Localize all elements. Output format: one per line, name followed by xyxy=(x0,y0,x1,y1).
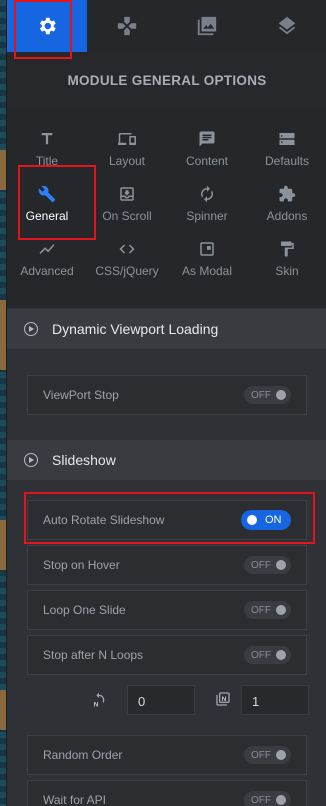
loop-count-icon: N xyxy=(94,692,105,708)
viewport-stop-toggle[interactable]: OFF xyxy=(244,386,291,404)
option-label: As Modal xyxy=(181,264,233,278)
trending-icon xyxy=(39,244,55,254)
option-defaults[interactable]: Defaults xyxy=(247,118,326,173)
layers-icon xyxy=(278,16,296,35)
panel-header: MODULE GENERAL OPTIONS xyxy=(7,52,326,108)
stop-after-n-loops-label: Stop after N Loops xyxy=(43,648,144,662)
devices-icon xyxy=(118,133,136,145)
storage-icon xyxy=(279,133,295,145)
gamepad-icon xyxy=(117,16,137,36)
option-label: Addons xyxy=(266,209,308,223)
tab-layers[interactable] xyxy=(247,0,326,52)
svg-text:N: N xyxy=(222,696,227,703)
paint-roller-icon xyxy=(281,241,294,257)
option-label: Content xyxy=(185,154,229,168)
wait-for-api-toggle[interactable]: OFF xyxy=(244,791,291,806)
option-layout[interactable]: Layout xyxy=(87,118,167,173)
option-content[interactable]: Content xyxy=(167,118,247,173)
highlight-auto-rotate xyxy=(24,492,315,544)
option-label: CSS/jQuery xyxy=(95,264,159,278)
section-slideshow[interactable]: Slideshow xyxy=(7,440,326,480)
stop-after-n-loops-toggle[interactable]: OFF xyxy=(244,646,291,664)
module-options-panel: MODULE GENERAL OPTIONS Title Layout Cont… xyxy=(6,0,326,806)
loop-one-slide-toggle[interactable]: OFF xyxy=(244,601,291,619)
option-spinner[interactable]: Spinner xyxy=(167,173,247,228)
random-order-row: Random Order OFF xyxy=(27,735,307,775)
highlight-settings-tab xyxy=(14,0,72,59)
stop-on-hover-toggle[interactable]: OFF xyxy=(244,556,291,574)
stop-on-hover-row: Stop on Hover OFF xyxy=(27,545,307,585)
viewport-stop-row: ViewPort Stop OFF xyxy=(27,375,307,415)
stop-after-n-loops-row: Stop after N Loops OFF xyxy=(27,635,307,675)
download-box-icon xyxy=(120,187,134,201)
option-addons[interactable]: Addons xyxy=(247,173,326,228)
tab-navigation[interactable] xyxy=(87,0,167,52)
wait-for-api-row: Wait for API OFF xyxy=(27,780,307,806)
puzzle-icon xyxy=(279,185,296,202)
option-css-jquery[interactable]: CSS/jQuery xyxy=(87,228,167,283)
code-icon xyxy=(119,244,135,254)
option-label: On Scroll xyxy=(102,209,152,223)
option-label: Skin xyxy=(275,264,299,278)
random-order-toggle[interactable]: OFF xyxy=(244,746,291,764)
stop-on-hover-label: Stop on Hover xyxy=(43,558,120,572)
loop-settings-inputs: N 0 N 1 xyxy=(27,680,309,722)
option-label: Advanced xyxy=(20,264,74,278)
page-title: MODULE GENERAL OPTIONS xyxy=(67,72,267,88)
section-title: Slideshow xyxy=(52,452,116,468)
refresh-icon xyxy=(201,185,213,203)
library-icon xyxy=(197,16,217,36)
option-on-scroll[interactable]: On Scroll xyxy=(87,173,167,228)
play-circle-icon xyxy=(24,322,38,336)
option-label: Defaults xyxy=(264,154,310,168)
modal-icon xyxy=(200,242,214,256)
play-circle-icon xyxy=(24,453,38,467)
section-dynamic-viewport-loading[interactable]: Dynamic Viewport Loading xyxy=(7,309,326,349)
option-label: Spinner xyxy=(186,209,228,223)
slide-number-input[interactable]: 1 xyxy=(241,685,309,715)
option-as-modal[interactable]: As Modal xyxy=(167,228,247,283)
loop-one-slide-row: Loop One Slide OFF xyxy=(27,590,307,630)
loop-one-slide-label: Loop One Slide xyxy=(43,603,126,617)
highlight-general-option xyxy=(18,165,96,240)
option-skin[interactable]: Skin xyxy=(247,228,326,283)
svg-text:N: N xyxy=(94,702,99,708)
wait-for-api-label: Wait for API xyxy=(43,793,106,806)
random-order-label: Random Order xyxy=(43,748,123,762)
viewport-stop-label: ViewPort Stop xyxy=(43,388,119,402)
section-title: Dynamic Viewport Loading xyxy=(52,321,219,337)
tab-library[interactable] xyxy=(167,0,247,52)
option-label: Layout xyxy=(108,154,146,168)
loops-count-input[interactable]: 0 xyxy=(127,685,195,715)
title-icon xyxy=(41,133,53,145)
comment-icon xyxy=(199,131,215,147)
slide-number-icon: N xyxy=(216,692,230,706)
